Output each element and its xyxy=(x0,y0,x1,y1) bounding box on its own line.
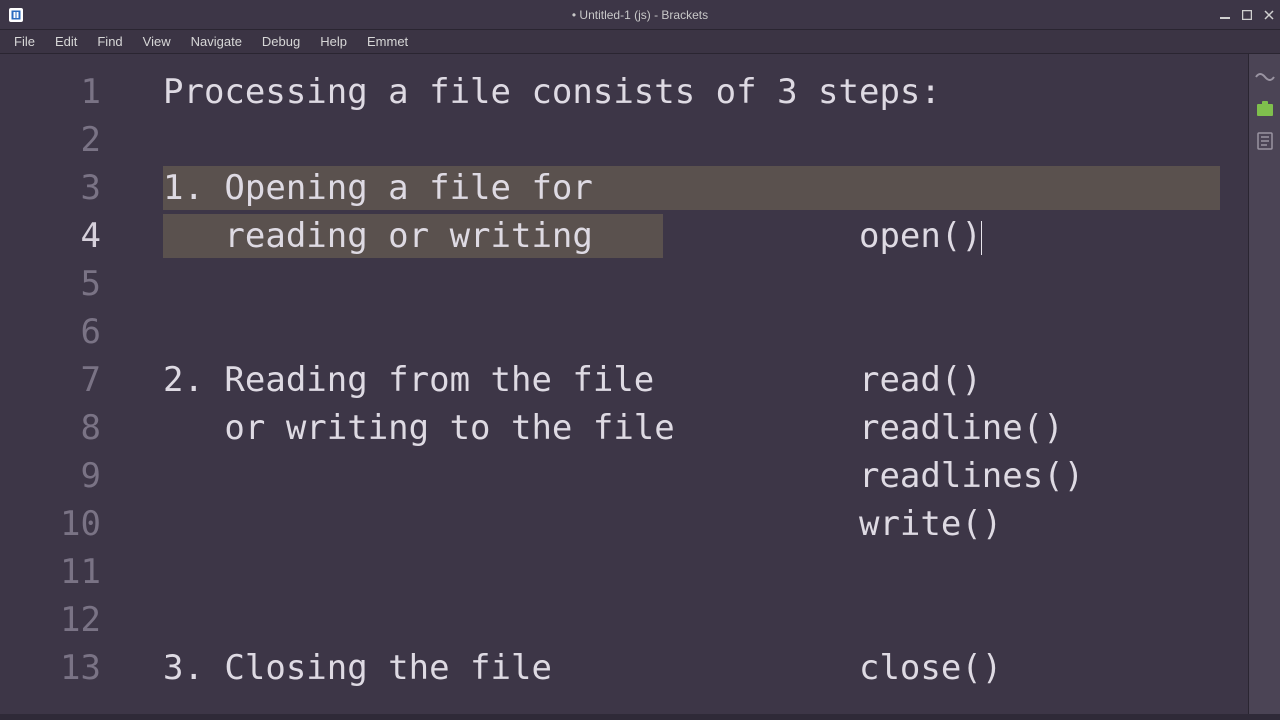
code-line[interactable]: 1. Opening a file for xyxy=(125,164,1234,212)
code-editor[interactable]: Processing a file consists of 3 steps: 1… xyxy=(125,54,1234,720)
code-line[interactable] xyxy=(125,116,1234,164)
code-line[interactable] xyxy=(125,596,1234,644)
live-preview-icon[interactable] xyxy=(1254,68,1276,86)
title-bar: • Untitled-1 (js) - Brackets xyxy=(0,0,1280,30)
code-line[interactable]: or writing to the file readline() xyxy=(125,404,1234,452)
window-title: • Untitled-1 (js) - Brackets xyxy=(572,8,708,22)
text-cursor xyxy=(981,221,982,255)
line-number: 4 xyxy=(0,212,125,260)
code-line[interactable]: readlines() xyxy=(125,452,1234,500)
menu-bar: File Edit Find View Navigate Debug Help … xyxy=(0,30,1280,54)
line-number: 6 xyxy=(0,308,125,356)
close-button[interactable] xyxy=(1258,0,1280,30)
code-line[interactable]: 3. Closing the file close() xyxy=(125,644,1234,692)
extension-manager-icon[interactable] xyxy=(1254,100,1276,118)
maximize-button[interactable] xyxy=(1236,0,1258,30)
code-line[interactable]: 2. Reading from the file read() xyxy=(125,356,1234,404)
code-line[interactable]: Processing a file consists of 3 steps: xyxy=(125,68,1234,116)
line-number: 7 xyxy=(0,356,125,404)
line-number: 5 xyxy=(0,260,125,308)
menu-item-debug[interactable]: Debug xyxy=(252,31,310,52)
code-line[interactable] xyxy=(125,548,1234,596)
line-number: 1 xyxy=(0,68,125,116)
menu-item-find[interactable]: Find xyxy=(87,31,132,52)
code-line[interactable] xyxy=(125,308,1234,356)
status-bar xyxy=(0,714,1280,720)
main-area: 1 2 3 4 5 6 7 8 9 10 11 12 13 Processing… xyxy=(0,54,1280,720)
document-outline-icon[interactable] xyxy=(1254,132,1276,150)
vertical-scrollbar[interactable] xyxy=(1234,54,1248,720)
line-number: 2 xyxy=(0,116,125,164)
right-toolbar xyxy=(1248,54,1280,720)
menu-item-help[interactable]: Help xyxy=(310,31,357,52)
line-number: 12 xyxy=(0,596,125,644)
line-number: 11 xyxy=(0,548,125,596)
menu-item-edit[interactable]: Edit xyxy=(45,31,87,52)
brackets-app-icon xyxy=(8,7,24,23)
menu-item-file[interactable]: File xyxy=(4,31,45,52)
line-number: 3 xyxy=(0,164,125,212)
code-line[interactable] xyxy=(125,260,1234,308)
line-number: 9 xyxy=(0,452,125,500)
menu-item-navigate[interactable]: Navigate xyxy=(181,31,252,52)
window-controls xyxy=(1214,0,1280,30)
menu-item-emmet[interactable]: Emmet xyxy=(357,31,418,52)
minimize-button[interactable] xyxy=(1214,0,1236,30)
line-number: 10 xyxy=(0,500,125,548)
code-line[interactable]: write() xyxy=(125,500,1234,548)
line-number: 8 xyxy=(0,404,125,452)
menu-item-view[interactable]: View xyxy=(133,31,181,52)
line-number: 13 xyxy=(0,644,125,692)
code-line[interactable]: reading or writing open() xyxy=(125,212,1234,260)
line-number-gutter: 1 2 3 4 5 6 7 8 9 10 11 12 13 xyxy=(0,54,125,720)
